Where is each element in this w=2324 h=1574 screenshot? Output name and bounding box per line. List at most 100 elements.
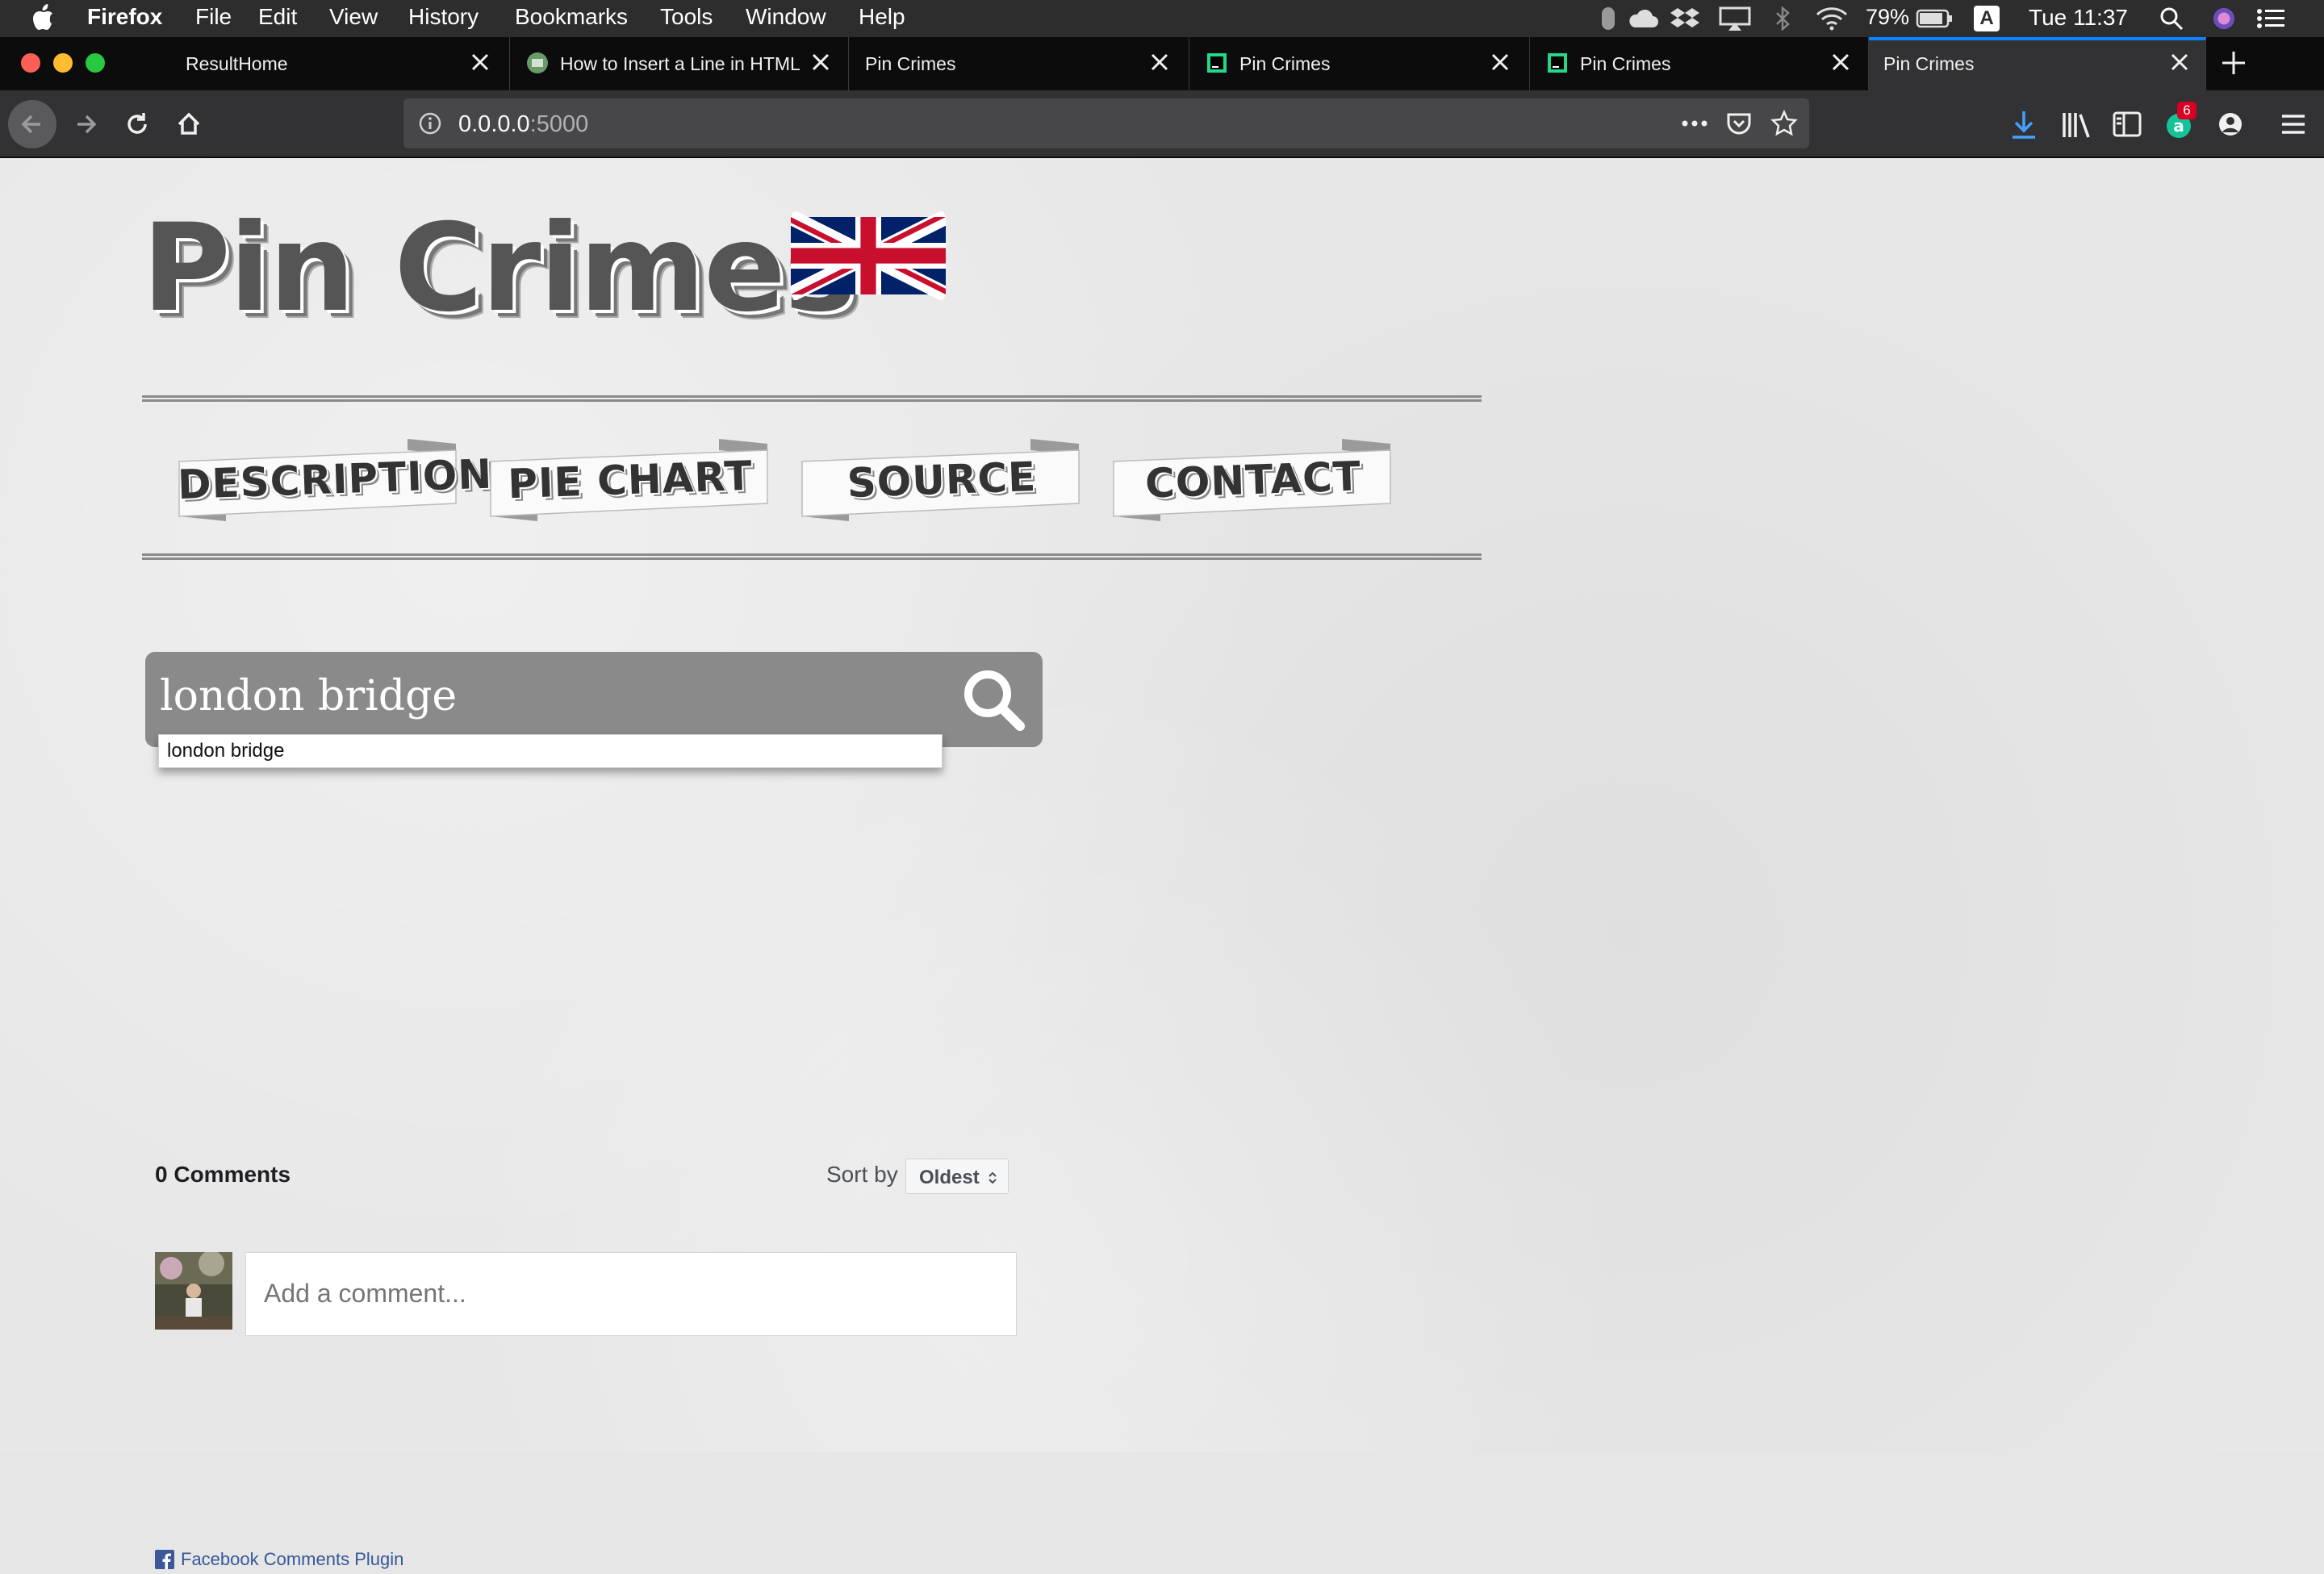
menu-file[interactable]: File (195, 4, 232, 30)
library-icon[interactable] (2058, 106, 2093, 142)
nav-contact-label: CONTACT (1144, 453, 1362, 507)
nav-pie-chart-label: PIE CHART (507, 452, 754, 508)
union-jack-flag-icon (791, 211, 946, 300)
user-photo-icon (155, 1252, 232, 1330)
bookmark-star-icon[interactable] (1770, 110, 1798, 137)
dropbox-icon[interactable] (1670, 6, 1699, 31)
site-logo[interactable]: Pin Crimes (142, 198, 856, 339)
facebook-plugin-label: Facebook Comments Plugin (181, 1549, 404, 1569)
search-bar (145, 652, 1043, 747)
autocomplete-suggestion[interactable]: london bridge (158, 734, 943, 768)
nav-contact-button[interactable]: CONTACT (1112, 439, 1394, 528)
url-port: :5000 (529, 111, 589, 137)
tab-pin-crimes-3[interactable]: Pin Crimes (1530, 37, 1869, 90)
sort-order-value: Oldest (919, 1167, 980, 1188)
battery-icon[interactable] (1916, 6, 1953, 31)
menu-help[interactable]: Help (859, 4, 905, 30)
back-arrow-icon (21, 115, 40, 134)
select-arrows-icon (989, 1171, 997, 1184)
new-tab-plus-icon[interactable] (2217, 47, 2250, 79)
menu-view[interactable]: View (329, 4, 378, 30)
tab-close-icon[interactable] (1830, 52, 1851, 73)
tab-resulthome[interactable]: ResultHome (169, 37, 510, 90)
account-icon[interactable] (2213, 106, 2248, 142)
tab-pin-crimes-active[interactable]: Pin Crimes (1869, 37, 2206, 90)
apple-logo-icon[interactable] (31, 2, 55, 31)
navigation-toolbar: 0.0.0.0:5000 a 6 (0, 90, 2324, 158)
tab-title: Pin Crimes (1580, 53, 1671, 74)
window-minimize-button[interactable] (53, 53, 73, 73)
tab-title: How to Insert a Line in HTML (560, 53, 800, 74)
nav-pie-chart-button[interactable]: PIE CHART (489, 439, 771, 528)
window-zoom-button[interactable] (86, 53, 105, 73)
tab-close-icon[interactable] (470, 52, 491, 73)
tab-title: ResultHome (186, 53, 288, 74)
comments-count: 0 Comments (155, 1162, 291, 1187)
back-button[interactable] (8, 100, 56, 148)
pocket-icon[interactable] (1725, 110, 1753, 137)
wifi-icon[interactable] (1816, 6, 1848, 31)
input-source-indicator[interactable]: A (1974, 6, 2000, 31)
sidebar-toggle-icon[interactable] (2109, 106, 2145, 142)
mouse-icon[interactable] (1599, 6, 1617, 31)
nav-description-label: DESCRIPTION (177, 450, 494, 509)
page-content: Pin Crimes DESCRIPTION PIE CHART SOURCE … (0, 158, 2324, 1569)
menu-bookmarks[interactable]: Bookmarks (515, 4, 628, 30)
menu-tools[interactable]: Tools (660, 4, 713, 30)
reload-icon[interactable] (113, 100, 161, 148)
url-text[interactable]: 0.0.0.0:5000 (458, 111, 588, 138)
tab-title: Pin Crimes (1883, 53, 1975, 74)
bluetooth-icon[interactable] (1774, 6, 1791, 31)
tab-strip: ResultHome How to Insert a Line in HTML … (0, 37, 2324, 90)
tab-close-icon[interactable] (1490, 52, 1511, 73)
tab-close-icon[interactable] (1149, 52, 1170, 73)
divider-bottom (142, 553, 1482, 560)
siri-icon[interactable] (2211, 6, 2237, 31)
facebook-icon (155, 1550, 174, 1569)
sort-by-label: Sort by (826, 1162, 898, 1187)
tab-close-icon[interactable] (2169, 52, 2190, 73)
facebook-comments-plugin-link[interactable]: Facebook Comments Plugin (155, 1549, 403, 1570)
search-icon[interactable] (957, 663, 1031, 737)
nav-source-button[interactable]: SOURCE (800, 439, 1083, 528)
menubar-clock[interactable]: Tue 11:37 (2029, 5, 2128, 31)
home-icon[interactable] (165, 100, 213, 148)
battery-percent: 79% (1866, 5, 1910, 29)
menu-window[interactable]: Window (746, 4, 826, 30)
tab-close-icon[interactable] (810, 52, 831, 73)
page-actions-ellipsis-icon[interactable] (1678, 113, 1711, 134)
tab-title: Pin Crimes (865, 53, 956, 74)
macos-menu-bar: Firefox File Edit View History Bookmarks… (0, 0, 2324, 37)
nav-source-label: SOURCE (846, 453, 1038, 507)
url-host: 0.0.0.0 (458, 111, 530, 137)
url-bar[interactable]: 0.0.0.0:5000 (403, 98, 1809, 148)
tab-pin-crimes-1[interactable]: Pin Crimes (849, 37, 1189, 90)
search-input[interactable] (160, 668, 967, 724)
forward-arrow-icon[interactable] (61, 100, 110, 148)
downloads-icon[interactable] (2006, 106, 2042, 142)
cloud-icon[interactable] (1627, 6, 1659, 31)
site-favicon-icon (527, 52, 548, 73)
tab-how-to-insert-line[interactable]: How to Insert a Line in HTML (510, 37, 849, 90)
app-menu-firefox[interactable]: Firefox (87, 4, 162, 30)
extension-button[interactable]: a 6 (2161, 102, 2197, 142)
sort-order-select[interactable]: Oldest (905, 1159, 1009, 1194)
tab-pin-crimes-2[interactable]: Pin Crimes (1189, 37, 1530, 90)
hamburger-menu-icon[interactable] (2276, 106, 2311, 142)
notification-badge: 6 (2177, 102, 2197, 119)
pycharm-favicon-icon (1548, 53, 1567, 73)
avatar (155, 1252, 232, 1330)
window-close-button[interactable] (21, 53, 40, 73)
add-comment-textarea[interactable] (245, 1252, 1017, 1336)
nav-description-button[interactable]: DESCRIPTION (177, 439, 494, 528)
spotlight-search-icon[interactable] (2159, 6, 2184, 31)
suggestion-text: london bridge (167, 740, 285, 762)
menu-history[interactable]: History (408, 4, 479, 30)
pycharm-favicon-icon (1207, 53, 1227, 73)
divider-top (142, 395, 1482, 402)
site-info-icon[interactable] (418, 111, 442, 136)
menu-edit[interactable]: Edit (258, 4, 297, 30)
notification-center-icon[interactable] (2256, 6, 2285, 31)
tab-title: Pin Crimes (1239, 53, 1331, 74)
airplay-icon[interactable] (1719, 6, 1751, 31)
